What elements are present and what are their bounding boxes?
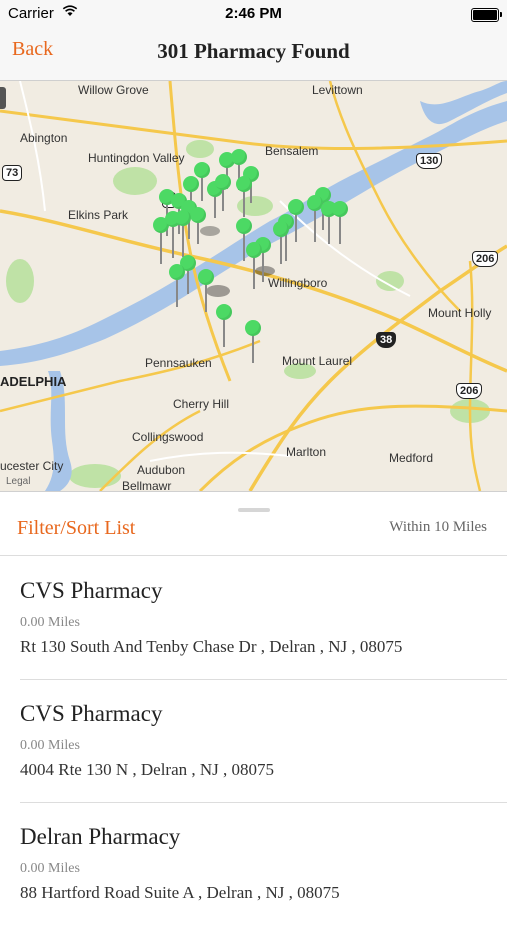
pharmacy-name: Delran Pharmacy — [20, 824, 181, 849]
map-label-medford: Medford — [389, 451, 434, 465]
pharmacy-pin[interactable] — [194, 162, 210, 201]
pharmacy-pin[interactable] — [190, 207, 206, 244]
map-label-huntingdon-valley: Huntingdon Valley — [88, 151, 185, 165]
pharmacy-pin[interactable] — [236, 176, 252, 217]
map-legal-link[interactable]: Legal — [6, 476, 30, 487]
pharmacy-list: CVS Pharmacy 0.00 Miles Rt 130 South And… — [0, 556, 507, 925]
pharmacy-pin[interactable] — [321, 201, 337, 244]
pharmacy-pin[interactable] — [246, 242, 262, 289]
status-bar: Carrier 2:46 PM — [0, 0, 507, 28]
map-label-willow-grove: Willow Grove — [78, 83, 149, 97]
map-label-collingswood: Collingswood — [132, 430, 204, 444]
map-view[interactable]: Willow Grove Levittown Abington Huntingd… — [0, 81, 507, 491]
pharmacy-name: CVS Pharmacy — [20, 701, 163, 726]
map-label-mount-holly: Mount Holly — [428, 306, 492, 320]
pharmacy-pin[interactable] — [215, 174, 231, 211]
map-compass-tab[interactable] — [0, 87, 6, 109]
radius-label: Within 10 Miles — [389, 519, 487, 535]
map-label-levittown: Levittown — [312, 83, 363, 97]
pharmacy-pin[interactable] — [216, 304, 232, 347]
pharmacy-pin[interactable] — [255, 237, 271, 282]
battery-icon — [471, 8, 502, 22]
status-time: 2:46 PM — [225, 5, 282, 22]
map-label-marlton: Marlton — [286, 445, 327, 459]
pharmacy-address: 4004 Rte 130 N , Delran , NJ , 08075 — [20, 760, 275, 779]
pharmacy-pin[interactable] — [175, 210, 191, 257]
map-label-mount-laurel: Mount Laurel — [282, 354, 353, 368]
route-130-shield: 130 — [416, 153, 443, 169]
pharmacy-pin[interactable] — [273, 221, 289, 264]
results-sheet: Filter/Sort List Within 10 Miles CVS Pha… — [0, 491, 507, 902]
pharmacy-pin[interactable] — [153, 217, 169, 264]
sheet-grabber-handle[interactable] — [238, 508, 270, 512]
pharmacy-pin[interactable] — [169, 264, 185, 307]
route-206-shield: 206 — [472, 251, 499, 267]
pharmacy-address: 88 Hartford Road Suite A , Delran , NJ ,… — [20, 883, 340, 902]
pharmacy-distance: 0.00 Miles — [20, 738, 80, 753]
pharmacy-list-item[interactable]: Delran Pharmacy 0.00 Miles 88 Hartford R… — [0, 802, 507, 925]
map-label-bensalem: Bensalem — [265, 144, 319, 158]
pharmacy-pin[interactable] — [207, 181, 223, 218]
pharmacy-list-item[interactable]: CVS Pharmacy 0.00 Miles 4004 Rte 130 N ,… — [0, 679, 507, 802]
pharmacy-name: CVS Pharmacy — [20, 578, 163, 603]
navigation-bar: Back 301 Pharmacy Found — [0, 28, 507, 81]
list-header: Filter/Sort List Within 10 Miles — [0, 515, 507, 556]
pharmacy-pin[interactable] — [236, 218, 252, 261]
map-label-bellmawr: Bellmawr — [122, 479, 172, 491]
pharmacy-pin[interactable] — [180, 255, 196, 294]
pharmacy-pin[interactable] — [307, 195, 323, 242]
pharmacy-list-item[interactable]: CVS Pharmacy 0.00 Miles Rt 130 South And… — [0, 556, 507, 679]
map-label-pennsauken: Pennsauken — [145, 356, 212, 370]
page-title: 301 Pharmacy Found — [157, 39, 350, 63]
pharmacy-pin[interactable] — [198, 269, 214, 312]
map-label-cherry-hill: Cherry Hill — [173, 397, 230, 411]
map-label-audubon: Audubon — [137, 463, 186, 477]
route-73-shield: 73 — [2, 165, 23, 181]
map-label-willingboro: Willingboro — [268, 276, 328, 290]
pharmacy-distance: 0.00 Miles — [20, 615, 80, 630]
pharmacy-pin[interactable] — [245, 320, 261, 363]
pharmacy-pin[interactable] — [165, 211, 181, 258]
map-label-gloucester-city: ucester City — [0, 459, 64, 473]
map-label-elkins-park: Elkins Park — [68, 208, 129, 222]
pharmacy-pin[interactable] — [288, 199, 304, 242]
pharmacy-distance: 0.00 Miles — [20, 861, 80, 876]
map-label-philadelphia: ADELPHIA — [0, 374, 67, 389]
pharmacy-address: Rt 130 South And Tenby Chase Dr , Delran… — [20, 637, 403, 656]
pharmacy-pin[interactable] — [332, 201, 348, 244]
route-206-shield-south: 206 — [456, 383, 483, 399]
map-label-abington: Abington — [20, 131, 68, 145]
filter-sort-button[interactable]: Filter/Sort List — [17, 517, 135, 540]
